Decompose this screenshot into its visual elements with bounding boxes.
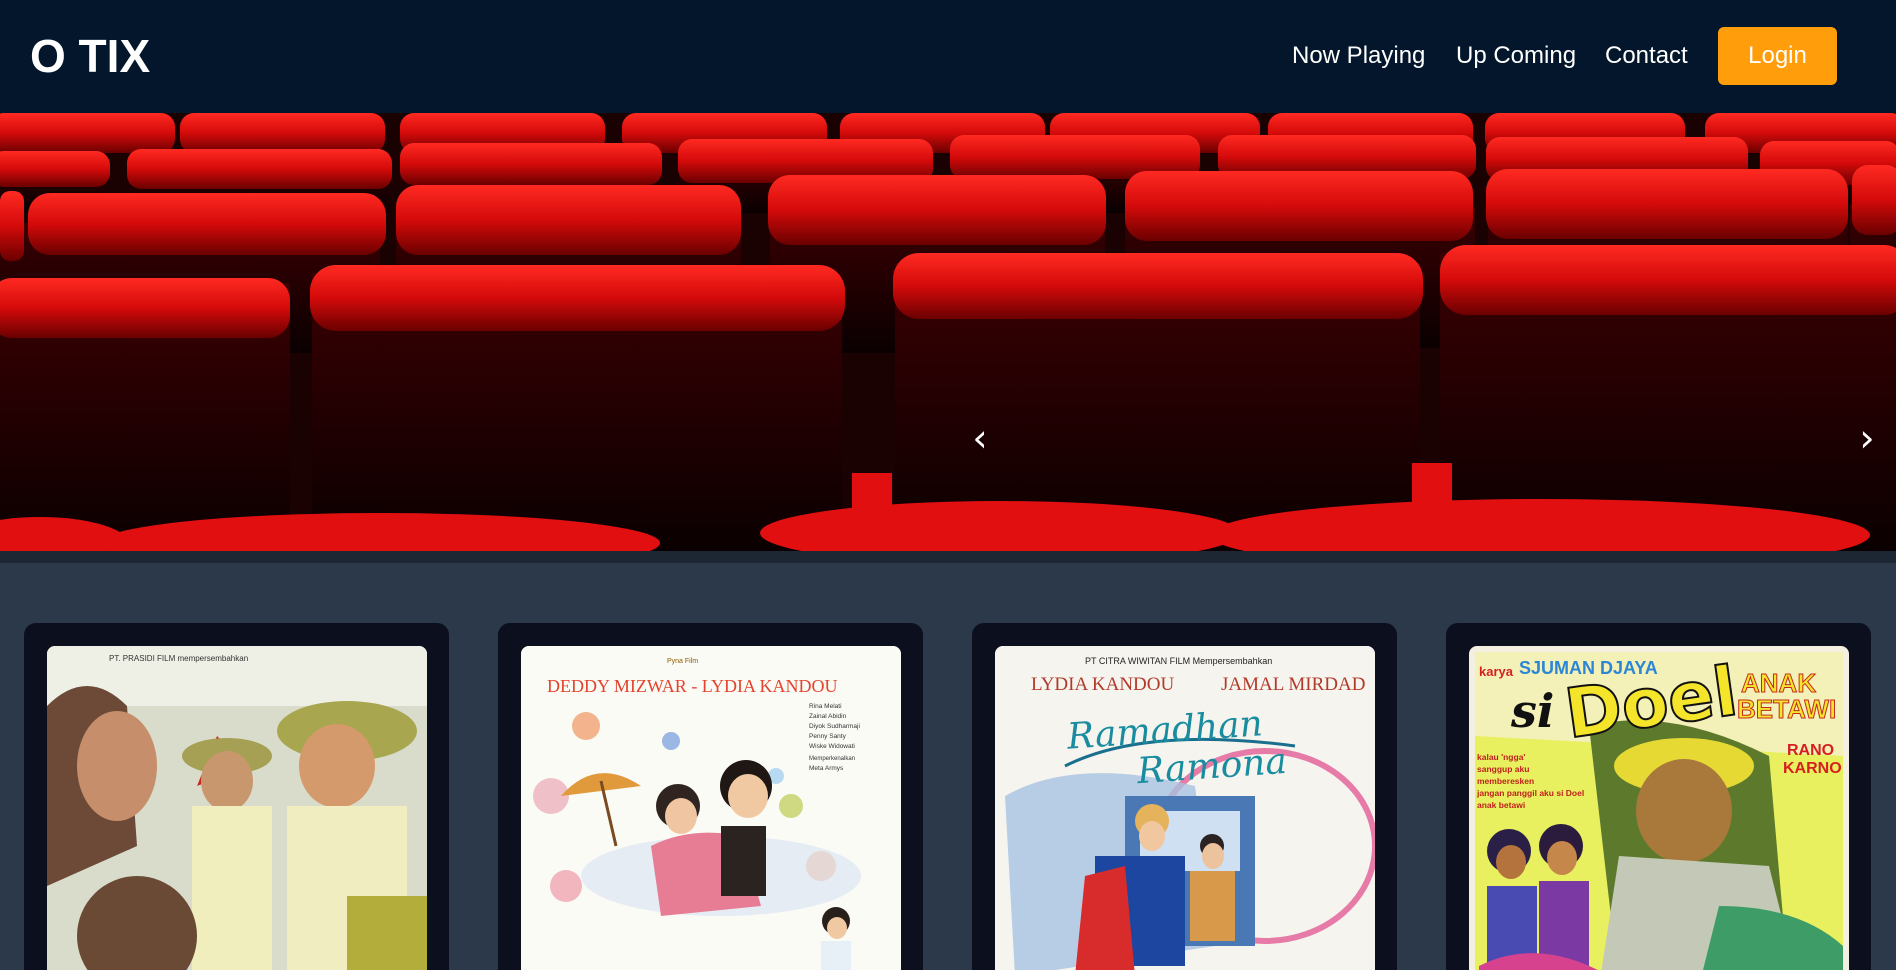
hero-carousel: ‹ › (0, 113, 1896, 551)
poster-tagline-1: kalau 'ngga' (1477, 752, 1526, 762)
movie-card[interactable]: PT. PRASIDI FILM mempersembahkan (24, 623, 449, 970)
movie-card[interactable]: Pyna Film DEDDY MIZWAR - LYDIA KANDOU Ri… (498, 623, 923, 970)
nav-contact[interactable]: Contact (1605, 27, 1688, 85)
poster-star-2: KARNO (1783, 760, 1842, 777)
poster-subtitle-2: BETAWI (1736, 694, 1837, 725)
poster-credit-3: Diyok Sudharmaji (809, 723, 860, 730)
poster-tagline-4: jangan panggil aku si Doel (1477, 788, 1585, 798)
poster-credit-1: Rina Melati (809, 703, 842, 710)
poster-credit-2: Zainal Abidin (809, 713, 847, 720)
movie-poster[interactable]: karya SJUMAN DJAYA si Doel ANAK BETAWI R… (1469, 646, 1849, 970)
movie-poster[interactable]: PT CITRA WIWITAN FILM Mempersembahkan LY… (995, 646, 1375, 970)
poster-karya-label: karya (1479, 664, 1513, 679)
poster-title-si: si (1511, 684, 1555, 738)
poster-artwork-1 (47, 646, 427, 970)
poster-lead-female: LYDIA KANDOU (1031, 674, 1175, 695)
movie-poster[interactable]: PT. PRASIDI FILM mempersembahkan (47, 646, 427, 970)
nav-up-coming[interactable]: Up Coming (1456, 27, 1576, 85)
brand-logo[interactable]: O TIX (30, 30, 150, 82)
poster-credit-text: PT. PRASIDI FILM mempersembahkan (109, 654, 249, 663)
nav-now-playing[interactable]: Now Playing (1292, 27, 1425, 85)
poster-star-1: RANO (1787, 742, 1835, 759)
poster-tagline-2: sanggup aku (1477, 764, 1530, 774)
hero-divider (0, 551, 1896, 563)
poster-featuring-name: Meta Armys (809, 765, 844, 772)
top-navbar: O TIX Now Playing Up Coming Contact Logi… (0, 0, 1896, 113)
movie-card[interactable]: PT CITRA WIWITAN FILM Mempersembahkan LY… (972, 623, 1397, 970)
poster-credit-5: Wiske Widowati (809, 743, 855, 750)
poster-credit-4: Penny Santy (809, 733, 846, 740)
poster-tagline-3: memberesken (1477, 776, 1535, 786)
login-button[interactable]: Login (1718, 27, 1837, 85)
carousel-prev-icon[interactable]: ‹ (965, 418, 995, 458)
poster-cast-text: DEDDY MIZWAR - LYDIA KANDOU (547, 676, 838, 696)
poster-studio-text: Pyna Film (667, 658, 699, 665)
poster-lead-male: JAMAL MIRDAD (1221, 674, 1366, 695)
poster-featuring-label: Memperkenalkan (809, 756, 856, 762)
poster-presenter-text: PT CITRA WIWITAN FILM Mempersembahkan (1085, 656, 1273, 666)
movie-poster[interactable]: Pyna Film DEDDY MIZWAR - LYDIA KANDOU Ri… (521, 646, 901, 970)
carousel-next-icon[interactable]: › (1852, 418, 1882, 458)
movie-card[interactable]: karya SJUMAN DJAYA si Doel ANAK BETAWI R… (1446, 623, 1871, 970)
hero-theater-seats-image (0, 113, 1896, 551)
poster-tagline-5: anak betawi (1477, 800, 1526, 810)
